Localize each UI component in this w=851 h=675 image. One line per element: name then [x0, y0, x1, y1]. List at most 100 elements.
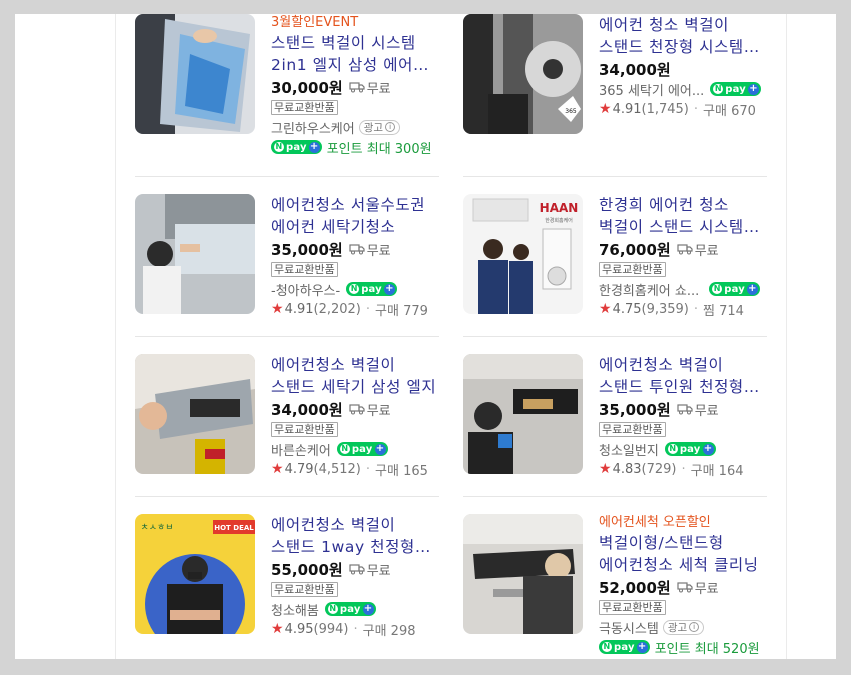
- svg-text:한경희홈케어: 한경희홈케어: [545, 217, 573, 224]
- product-card[interactable]: 에어컨세척 오픈할인 벽걸이형/스탠드형 에어컨청소 세척 클리닝 52,000…: [463, 514, 773, 659]
- window-top-edge: [0, 0, 851, 14]
- seller-name[interactable]: 그린하우스케어: [271, 118, 355, 137]
- info-icon[interactable]: i: [385, 122, 396, 132]
- rating-score: 4.79: [284, 461, 314, 477]
- row-divider: [135, 336, 439, 337]
- npay-icon: Npay +: [346, 282, 397, 296]
- rating-score: 4.91: [284, 301, 314, 317]
- review-count[interactable]: (9,359): [642, 302, 689, 317]
- product-title[interactable]: 에어컨청소 서울수도권 에어컨 세탁기청소: [271, 194, 441, 238]
- product-title[interactable]: 한경희 에어컨 청소 벽걸이 스탠드 시스템 세척: [599, 194, 769, 238]
- point-reward: 포인트 최대 520원: [654, 641, 760, 657]
- wishlist-count: 찜 714: [703, 303, 744, 319]
- svg-text:HOT DEAL: HOT DEAL: [214, 524, 254, 532]
- review-count[interactable]: (4,512): [314, 462, 361, 477]
- npay-icon: Npay +: [664, 442, 716, 456]
- info-icon[interactable]: i: [689, 622, 700, 632]
- product-thumbnail[interactable]: HAAN 한경희홈케어: [463, 194, 583, 314]
- content-guide-left: [115, 14, 116, 659]
- shipping-label: 무료: [366, 403, 391, 419]
- seller-name[interactable]: 한경희홈케어 쇼...: [599, 280, 699, 299]
- review-count[interactable]: (994): [314, 622, 349, 637]
- row-divider: [463, 336, 767, 337]
- rating-score: 4.91: [612, 101, 642, 117]
- free-return-badge: 무료교환반품: [271, 581, 338, 597]
- star-icon: ★: [271, 621, 284, 637]
- product-thumbnail[interactable]: HOT DEAL ㅊㅅㅎㅂ: [135, 514, 255, 634]
- product-price: 35,000원: [271, 240, 343, 259]
- seller-name[interactable]: 바른손케어: [271, 440, 331, 459]
- product-title[interactable]: 에어컨청소 벽걸이 스탠드 1way 천정형 2in1: [271, 514, 441, 558]
- delivery-truck-icon: [349, 564, 365, 575]
- point-reward: 포인트 최대 300원: [326, 141, 432, 157]
- product-thumbnail[interactable]: [135, 14, 255, 134]
- row-divider: [135, 496, 439, 497]
- promo-label: 에어컨세척 오픈할인: [599, 515, 711, 530]
- promo-label: 3월할인EVENT: [271, 15, 359, 30]
- row-divider: [463, 496, 767, 497]
- review-count[interactable]: (2,202): [314, 302, 361, 317]
- product-title[interactable]: 벽걸이형/스탠드형 에어컨청소 세척 클리닝: [599, 532, 769, 576]
- shipping-label: 무료: [694, 403, 719, 419]
- svg-text:365: 365: [565, 108, 577, 115]
- delivery-truck-icon: [349, 404, 365, 415]
- rating-score: 4.83: [612, 461, 642, 477]
- free-return-badge: 무료교환반품: [599, 261, 666, 277]
- star-icon: ★: [271, 301, 284, 317]
- product-card[interactable]: 에어컨청소 벽걸이 스탠드 투인원 천정형 시스템 35,000원 무료 무료교…: [463, 354, 773, 504]
- free-return-badge: 무료교환반품: [599, 599, 666, 615]
- shipping-label: 무료: [366, 243, 391, 259]
- purchase-count: 구매 298: [362, 623, 416, 639]
- ad-badge[interactable]: 광고 i: [358, 119, 401, 135]
- review-count[interactable]: (1,745): [642, 102, 689, 117]
- npay-icon: Npay +: [336, 442, 388, 456]
- shipping-label: 무료: [694, 243, 719, 259]
- product-card[interactable]: 에어컨청소 벽걸이 스탠드 세탁기 삼성 엘지 34,000원 무료 무료교환반…: [135, 354, 445, 504]
- product-title[interactable]: 스탠드 벽걸이 시스템 2in1 엘지 삼성 에어컨 청소: [271, 32, 441, 76]
- npay-icon: Npay +: [710, 82, 761, 96]
- product-thumbnail[interactable]: [135, 354, 255, 474]
- seller-name[interactable]: 극동시스템: [599, 618, 659, 637]
- shipping-label: 무료: [694, 581, 719, 597]
- product-title[interactable]: 에어컨청소 벽걸이 스탠드 투인원 천정형 시스템: [599, 354, 769, 398]
- star-icon: ★: [599, 101, 612, 117]
- purchase-count: 구매 670: [703, 103, 756, 119]
- product-thumbnail[interactable]: [463, 514, 583, 634]
- product-price: 55,000원: [271, 560, 343, 579]
- row-divider: [135, 176, 439, 177]
- product-card[interactable]: 에어컨청소 서울수도권 에어컨 세탁기청소 35,000원 무료 무료교환반품 …: [135, 194, 445, 344]
- content-guide-right: [786, 14, 787, 659]
- rating-score: 4.75: [612, 301, 642, 317]
- seller-name[interactable]: 청소해봄: [271, 600, 319, 619]
- product-card[interactable]: 3월할인EVENT 스탠드 벽걸이 시스템 2in1 엘지 삼성 에어컨 청소 …: [135, 14, 445, 164]
- seller-name[interactable]: 청소일번지: [599, 440, 659, 459]
- product-thumbnail[interactable]: [135, 194, 255, 314]
- npay-icon: Npay +: [709, 282, 760, 296]
- star-icon: ★: [271, 461, 284, 477]
- product-title[interactable]: 에어컨 청소 벽걸이 스탠드 천장형 시스템 세척: [599, 14, 769, 58]
- delivery-truck-icon: [349, 82, 365, 93]
- ad-badge[interactable]: 광고 i: [662, 619, 705, 635]
- review-count[interactable]: (729): [642, 462, 677, 477]
- delivery-truck-icon: [677, 582, 693, 593]
- seller-name[interactable]: 365 세탁기 에어...: [599, 80, 704, 99]
- product-card[interactable]: HOT DEAL ㅊㅅㅎㅂ 에어컨청소 벽걸이 스탠드 1way 천정형 2in…: [135, 514, 445, 659]
- free-return-badge: 무료교환반품: [271, 261, 338, 277]
- product-price: 30,000원: [271, 78, 343, 97]
- npay-icon: Npay +: [271, 140, 322, 154]
- svg-text:HAAN: HAAN: [540, 201, 579, 215]
- product-title[interactable]: 에어컨청소 벽걸이 스탠드 세탁기 삼성 엘지: [271, 354, 441, 398]
- product-grid-page: 3월할인EVENT 스탠드 벽걸이 시스템 2in1 엘지 삼성 에어컨 청소 …: [15, 14, 836, 659]
- product-price: 34,000원: [599, 60, 671, 79]
- seller-name[interactable]: -청아하우스-: [271, 280, 340, 299]
- purchase-count: 구매 165: [375, 463, 428, 479]
- npay-icon: Npay +: [324, 602, 376, 616]
- product-price: 34,000원: [271, 400, 343, 419]
- product-price: 52,000원: [599, 578, 671, 597]
- product-card[interactable]: HAAN 한경희홈케어 한경희 에어컨 청소 벽걸이 스탠드 시스템 세척 76…: [463, 194, 773, 344]
- product-card[interactable]: 365 에어컨 청소 벽걸이 스탠드 천장형 시스템 세척 34,000원 36…: [463, 14, 773, 164]
- product-thumbnail[interactable]: [463, 354, 583, 474]
- product-thumbnail[interactable]: 365: [463, 14, 583, 134]
- npay-icon: Npay +: [599, 640, 650, 654]
- free-return-badge: 무료교환반품: [271, 99, 338, 115]
